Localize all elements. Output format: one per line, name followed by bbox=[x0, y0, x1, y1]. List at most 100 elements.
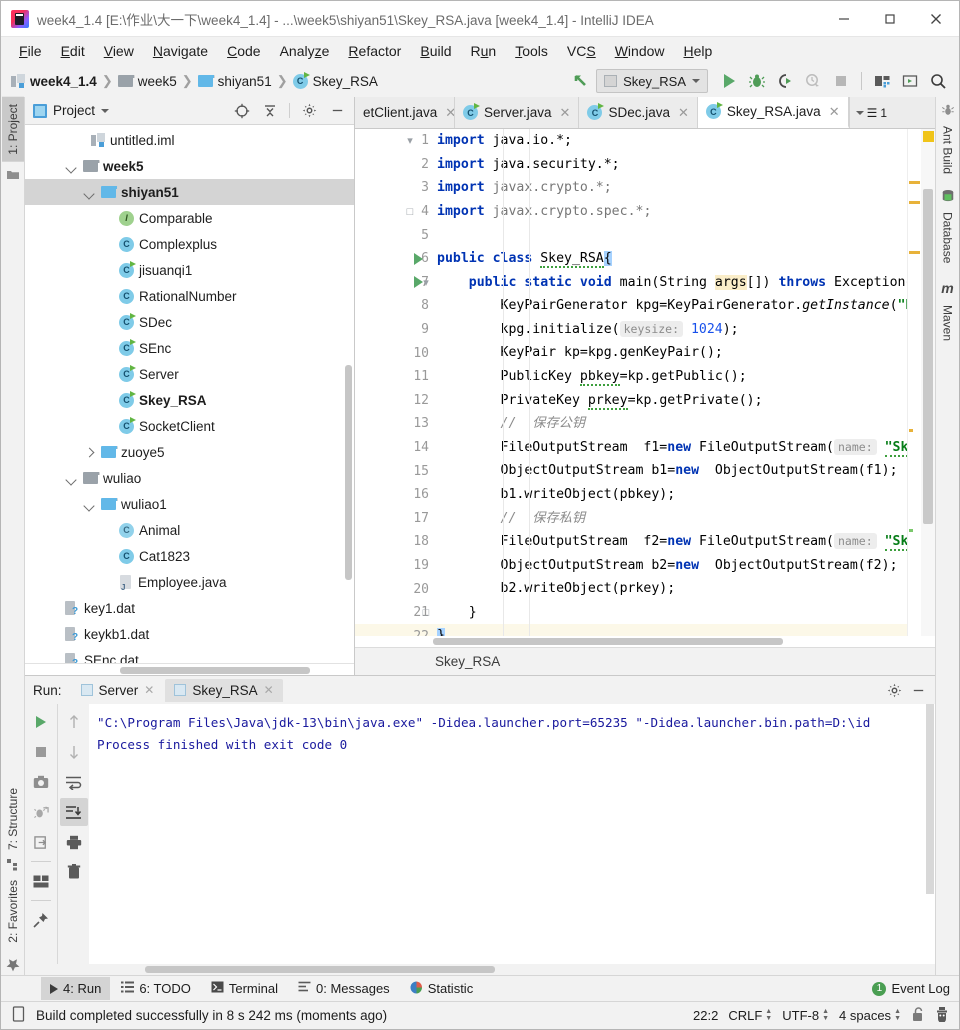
event-log-button[interactable]: 1 Event Log bbox=[863, 977, 959, 1000]
code-text[interactable]: import java.io.*; import java.security.*… bbox=[433, 129, 907, 636]
menu-vcs[interactable]: VCS bbox=[558, 40, 605, 62]
close-button[interactable] bbox=[913, 1, 959, 37]
locate-icon[interactable] bbox=[231, 100, 253, 122]
bottom-item-terminal[interactable]: Terminal bbox=[202, 977, 287, 1000]
menu-view[interactable]: View bbox=[95, 40, 143, 62]
close-icon[interactable]: ✕ bbox=[144, 683, 154, 697]
menu-run[interactable]: Run bbox=[462, 40, 506, 62]
editor-viewport[interactable]: 1 2 3 4 5 6 7 8 9 10 11 12 13 14 15 16 1… bbox=[355, 129, 935, 636]
project-horizontal-scrollbar[interactable] bbox=[25, 663, 354, 675]
encoding-selector[interactable]: UTF-8 ▲ ▼ bbox=[782, 1008, 829, 1023]
stop-button[interactable] bbox=[828, 69, 854, 93]
tree-row[interactable]: wuliao bbox=[25, 465, 354, 491]
rerun-icon[interactable] bbox=[27, 708, 55, 736]
editor-tab-socketclient[interactable]: etClient.java ✕ bbox=[355, 97, 455, 128]
tree-row[interactable]: C SocketClient bbox=[25, 413, 354, 439]
warning-marker[interactable] bbox=[909, 201, 920, 204]
up-icon[interactable] bbox=[60, 708, 88, 736]
bottom-item-messages[interactable]: 0: Messages bbox=[289, 977, 399, 1000]
breadcrumb-item-week5[interactable]: week5 bbox=[116, 74, 179, 89]
run-tab-server[interactable]: Server ✕ bbox=[72, 679, 164, 702]
print-icon[interactable] bbox=[60, 828, 88, 856]
stop-icon[interactable] bbox=[27, 738, 55, 766]
search-everywhere-icon[interactable] bbox=[925, 69, 951, 93]
editor-horizontal-scrollbar[interactable] bbox=[355, 636, 935, 647]
chevron-down-icon[interactable] bbox=[101, 108, 110, 113]
tree-row[interactable]: ? keykb1.dat bbox=[25, 621, 354, 647]
run-button[interactable] bbox=[716, 69, 742, 93]
gear-icon[interactable] bbox=[883, 679, 905, 701]
inspection-status-box[interactable] bbox=[923, 131, 934, 142]
menu-window[interactable]: Window bbox=[606, 40, 674, 62]
menu-file[interactable]: File bbox=[10, 40, 51, 62]
run-configuration-selector[interactable]: Skey_RSA bbox=[596, 69, 708, 93]
run-tab-skeyrsa[interactable]: Skey_RSA ✕ bbox=[165, 678, 283, 702]
export-icon[interactable] bbox=[27, 828, 55, 856]
breadcrumb-item-class[interactable]: C Skey_RSA bbox=[291, 71, 380, 89]
warning-marker[interactable] bbox=[909, 429, 913, 432]
chevron-down-icon[interactable] bbox=[83, 498, 96, 511]
indent-selector[interactable]: 4 spaces ▲ ▼ bbox=[839, 1008, 901, 1023]
menu-refactor[interactable]: Refactor bbox=[339, 40, 410, 62]
close-icon[interactable]: ✕ bbox=[829, 104, 840, 120]
scroll-to-end-icon[interactable] bbox=[59, 798, 88, 826]
project-tree[interactable]: untitled.iml week5 shiyan51 I Comparable… bbox=[25, 125, 354, 663]
close-icon[interactable]: ✕ bbox=[678, 105, 689, 121]
ok-marker[interactable] bbox=[909, 529, 913, 532]
menu-analyze[interactable]: Analyze bbox=[271, 40, 339, 62]
profile-button[interactable] bbox=[800, 69, 826, 93]
sidebar-item-database[interactable]: Database bbox=[937, 205, 959, 270]
tree-row[interactable]: C Animal bbox=[25, 517, 354, 543]
sidebar-item-structure[interactable]: 7: Structure bbox=[2, 781, 24, 857]
menu-code[interactable]: Code bbox=[218, 40, 269, 62]
breadcrumb-item-module[interactable]: week4_1.4 bbox=[9, 74, 99, 89]
tree-row[interactable]: untitled.iml bbox=[25, 127, 354, 153]
fold-end-icon[interactable]: □ bbox=[403, 200, 417, 224]
hide-icon[interactable] bbox=[326, 100, 348, 122]
editor-breadcrumb[interactable]: Skey_RSA bbox=[355, 647, 935, 675]
dump-threads-icon[interactable] bbox=[27, 798, 55, 826]
bottom-item-todo[interactable]: 6: TODO bbox=[112, 977, 200, 1000]
close-icon[interactable]: ✕ bbox=[560, 105, 571, 121]
unlocked-icon[interactable] bbox=[911, 1006, 925, 1025]
minimize-button[interactable] bbox=[821, 1, 867, 37]
menu-help[interactable]: Help bbox=[675, 40, 722, 62]
clear-all-icon[interactable] bbox=[60, 858, 88, 886]
layout-icon[interactable] bbox=[27, 867, 55, 895]
sidebar-item-maven[interactable]: Maven bbox=[937, 298, 959, 348]
fold-start-icon[interactable]: ▾ bbox=[419, 271, 433, 295]
tree-row[interactable]: wuliao1 bbox=[25, 491, 354, 517]
tree-row[interactable]: J Employee.java bbox=[25, 569, 354, 595]
line-separator-selector[interactable]: CRLF ▲ ▼ bbox=[728, 1008, 772, 1023]
fold-end-icon[interactable]: □ bbox=[419, 601, 433, 625]
warning-marker[interactable] bbox=[909, 251, 920, 254]
soft-wrap-icon[interactable] bbox=[60, 768, 88, 796]
tree-row[interactable]: C SDec bbox=[25, 309, 354, 335]
close-icon[interactable]: ✕ bbox=[264, 683, 274, 697]
chevron-down-icon[interactable] bbox=[65, 160, 78, 173]
console-vertical-scrollbar[interactable] bbox=[924, 704, 935, 964]
screenshot-icon[interactable] bbox=[27, 768, 55, 796]
sidebar-item-project[interactable]: 1: Project bbox=[1, 97, 24, 162]
document-icon[interactable] bbox=[11, 1006, 26, 1025]
debug-button[interactable] bbox=[744, 69, 770, 93]
editor-tab-skeyrsa[interactable]: C Skey_RSA.java ✕ bbox=[697, 97, 849, 128]
fold-start-icon[interactable]: ▾ bbox=[403, 129, 417, 153]
run-with-coverage-button[interactable] bbox=[772, 69, 798, 93]
project-vertical-scrollbar[interactable] bbox=[345, 365, 352, 580]
inspector-icon[interactable] bbox=[935, 1006, 949, 1025]
tree-row-selected[interactable]: shiyan51 bbox=[25, 179, 354, 205]
tree-row[interactable]: C Cat1823 bbox=[25, 543, 354, 569]
caret-position[interactable]: 22:2 bbox=[693, 1008, 718, 1023]
chevron-down-icon[interactable] bbox=[65, 472, 78, 485]
editor-tab-overflow[interactable]: ☰ 1 bbox=[848, 97, 893, 128]
tree-row[interactable]: I Comparable bbox=[25, 205, 354, 231]
tree-row[interactable]: ? SEnc.dat bbox=[25, 647, 354, 663]
run-gutter-icon[interactable] bbox=[410, 247, 426, 271]
chevron-right-icon[interactable] bbox=[83, 446, 96, 459]
editor-tab-sdec[interactable]: C SDec.java ✕ bbox=[579, 97, 698, 128]
tree-row[interactable]: C Complexplus bbox=[25, 231, 354, 257]
hide-icon[interactable] bbox=[907, 679, 929, 701]
tree-row[interactable]: C SEnc bbox=[25, 335, 354, 361]
tree-row[interactable]: C RationalNumber bbox=[25, 283, 354, 309]
